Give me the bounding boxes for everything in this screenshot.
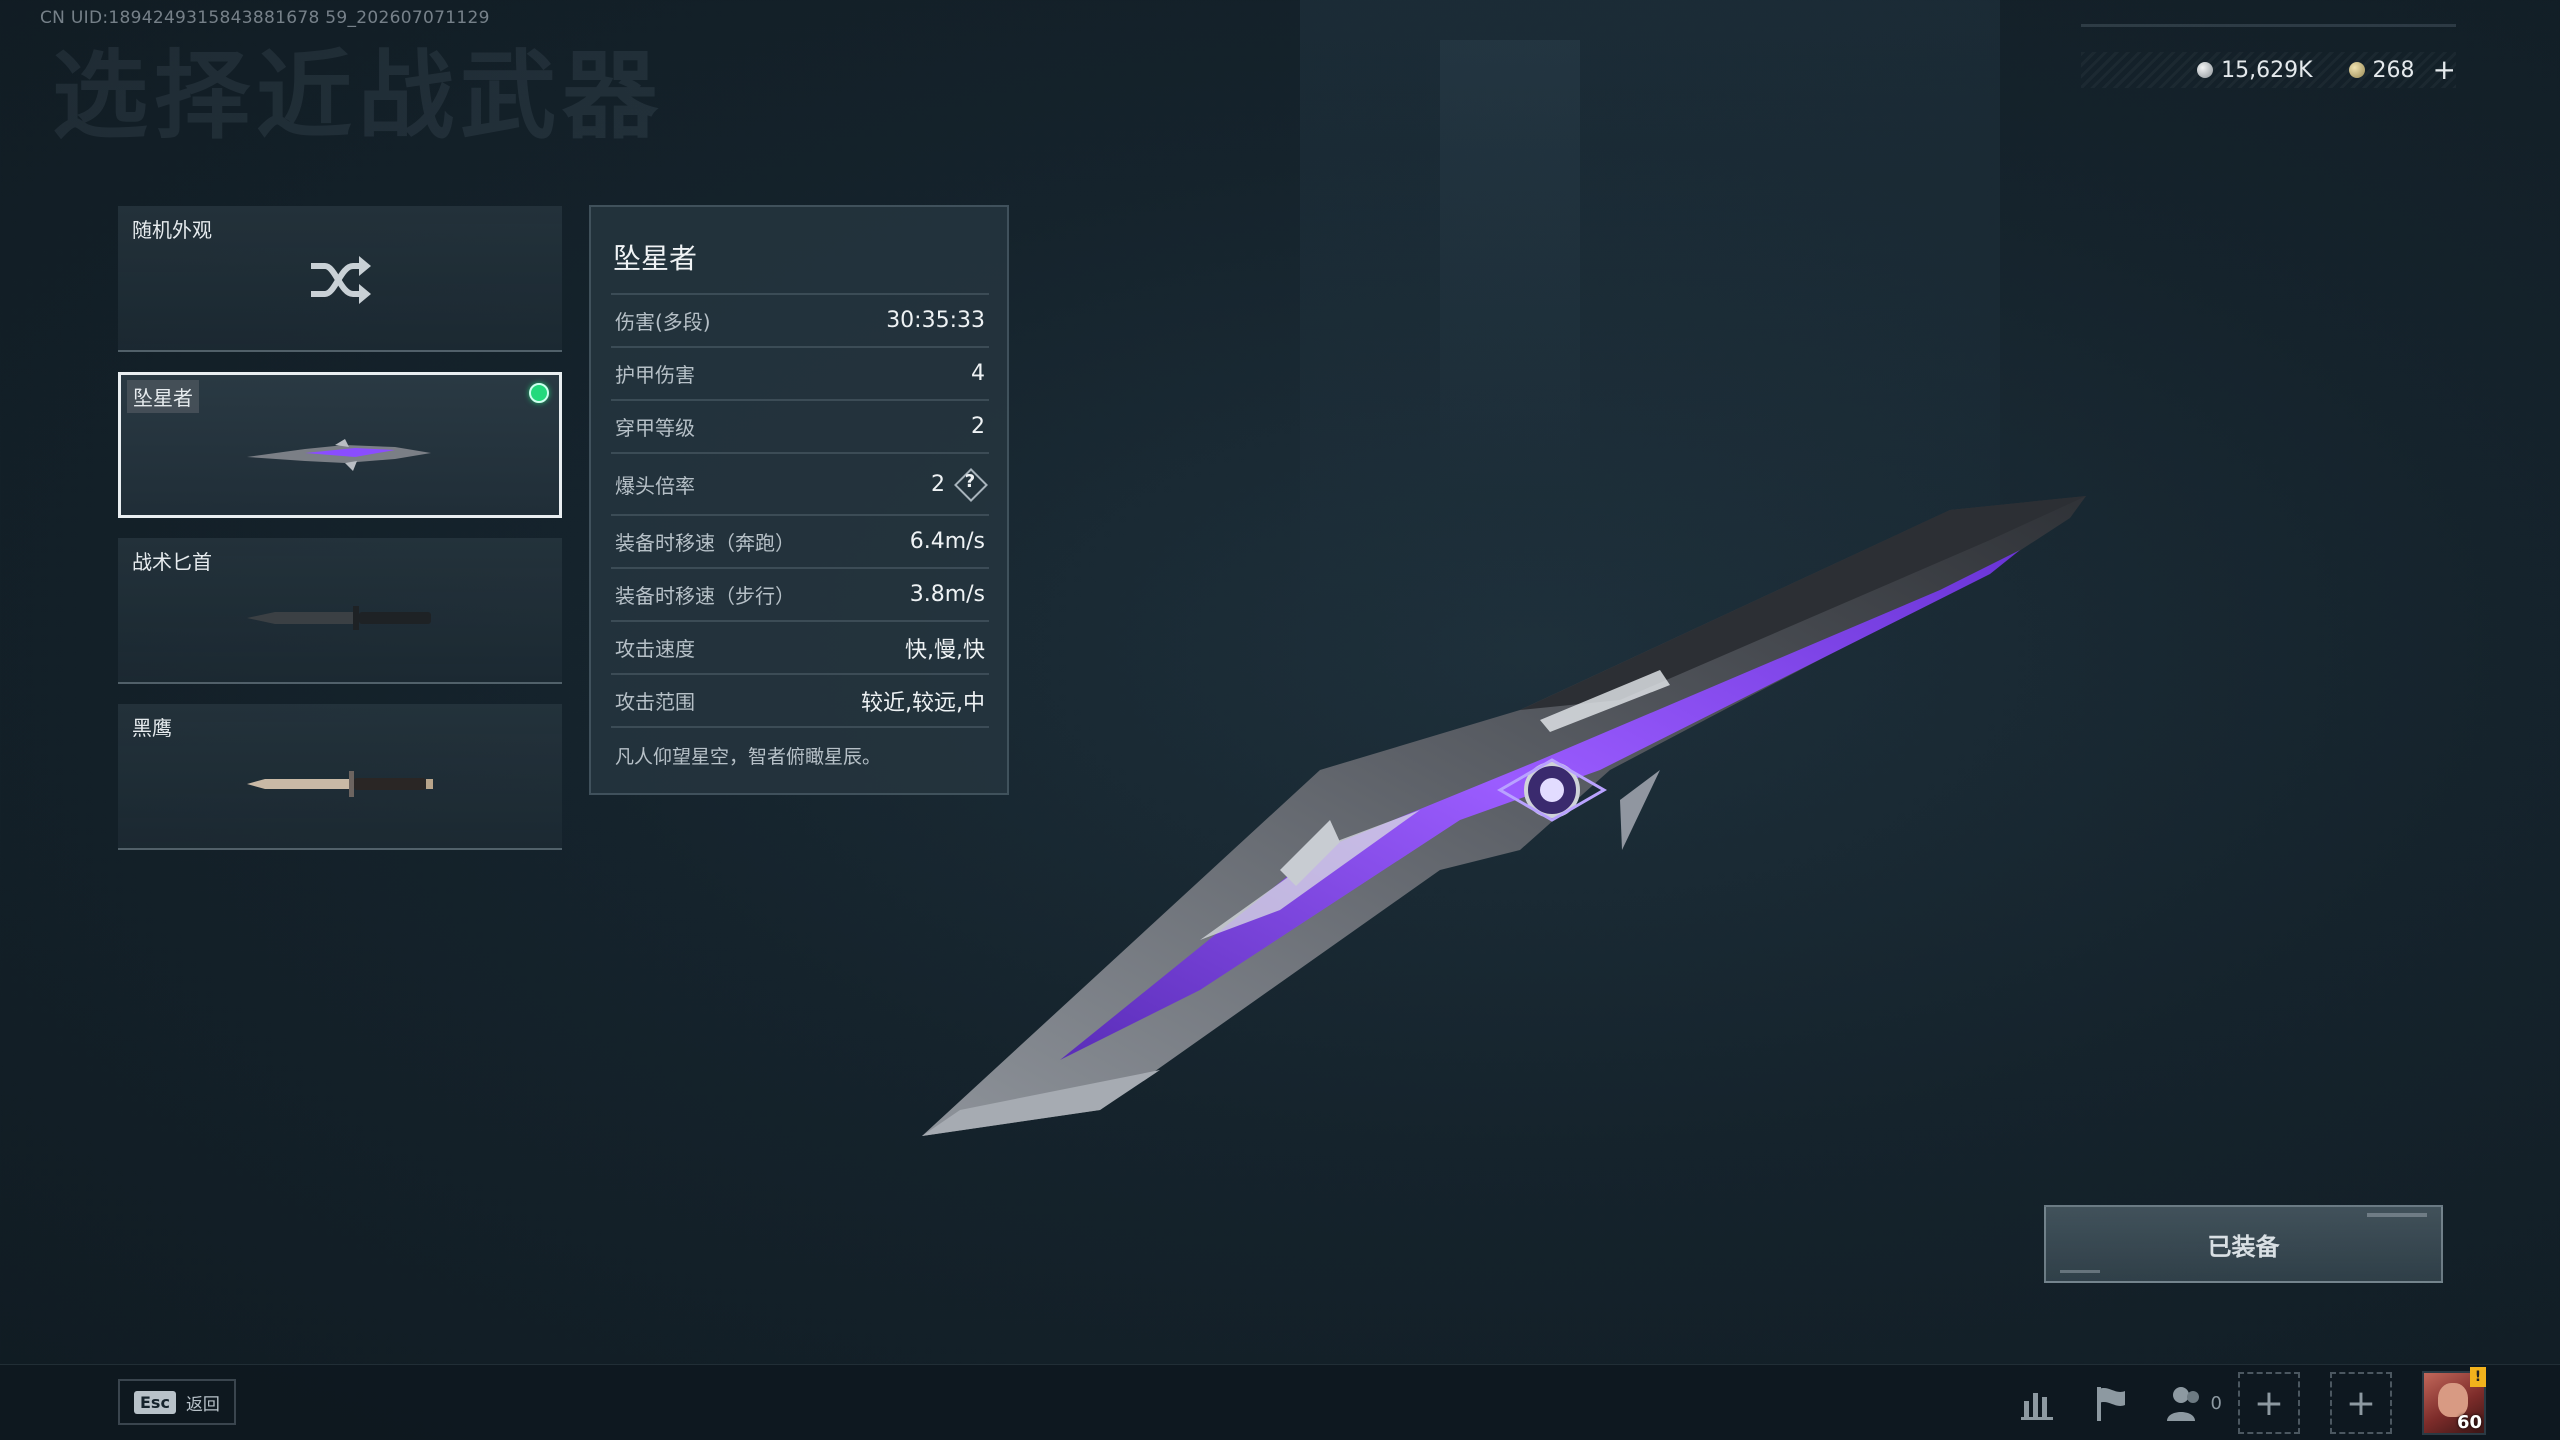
stat-name: 伤害(多段) [615,310,711,334]
player-level: 60 [2456,1412,2482,1433]
page-title: 选择近战武器 [52,40,664,152]
starfall-knife-render [922,496,2086,1136]
friends-icon[interactable] [2163,1381,2207,1425]
gold-currency[interactable]: 268 + [2348,56,2456,84]
back-label: 返回 [185,1394,220,1415]
gold-coin-icon [2348,62,2365,78]
shuffle-icon [311,256,371,304]
stat-value: 2 [971,414,985,439]
currency-bar: 15,629K 268 + [2081,52,2456,88]
stat-value: 30:35:33 [886,308,985,333]
silver-amount: 15,629K [2221,57,2313,83]
plus-icon: + [2345,1382,2377,1424]
background-glow-beam [1440,40,1580,500]
weapon-card-black-hawk[interactable]: 黑鹰 [118,704,562,850]
silver-coin-icon [2197,62,2214,78]
notification-badge: ! [2470,1367,2486,1387]
equipped-indicator-icon [529,383,549,403]
weapon-card-starfall[interactable]: 坠星者 [118,372,562,518]
esc-key-hint: Esc [134,1390,176,1414]
stat-name: 攻击速度 [615,637,695,661]
currency-divider [2081,24,2456,27]
back-button[interactable]: Esc 返回 [118,1379,236,1425]
add-teammate-slot[interactable]: + [2330,1372,2392,1434]
stat-name: 装备时移速（步行） [615,584,795,608]
stat-row-damage: 伤害(多段) 30:35:33 [611,293,989,346]
gold-amount: 268 [2372,57,2415,83]
weapon-card-random[interactable]: 随机外观 [118,206,562,352]
add-teammate-slot[interactable]: + [2238,1372,2300,1434]
button-decoration [2060,1270,2100,1273]
plus-icon: + [2253,1382,2285,1424]
bottom-bar: Esc 返回 0 + + 60 ! [0,1364,2560,1440]
silver-currency: 15,629K [2197,57,2313,83]
friends-count: 0 [2210,1392,2222,1414]
player-avatar[interactable]: 60 ! [2422,1367,2486,1435]
weapon-card-label: 随机外观 [132,218,212,242]
stat-row-penetration: 穿甲等级 2 [611,399,989,452]
weapon-card-tactical-dagger[interactable]: 战术匕首 [118,538,562,684]
stat-name: 攻击范围 [615,690,695,714]
starfall-knife-thumbnail [247,439,431,471]
weapon-card-label: 坠星者 [127,380,199,413]
tactical-dagger-thumbnail [247,606,431,630]
equipped-button-label: 已装备 [2207,1232,2280,1261]
stat-value: 4 [971,361,985,386]
stats-chart-icon[interactable] [2015,1381,2059,1425]
add-gold-button[interactable]: + [2433,56,2456,84]
weapon-card-label: 战术匕首 [132,550,212,574]
stat-name: 穿甲等级 [615,416,695,440]
stat-name: 护甲伤害 [615,363,695,387]
weapon-list: 随机外观 坠星者 战术匕首 黑鹰 [118,206,562,870]
stat-name: 装备时移速（奔跑） [615,531,795,555]
stat-name: 爆头倍率 [615,473,695,498]
equipped-button[interactable]: 已装备 [2044,1205,2443,1283]
stats-title: 坠星者 [613,242,698,275]
black-hawk-knife-thumbnail [247,771,433,797]
bottom-icon-group: 0 + + 60 ! [2015,1367,2486,1435]
stat-row-armor-damage: 护甲伤害 4 [611,346,989,399]
flag-icon[interactable] [2089,1381,2133,1425]
button-decoration [2367,1213,2427,1217]
weapon-card-label: 黑鹰 [132,716,172,740]
